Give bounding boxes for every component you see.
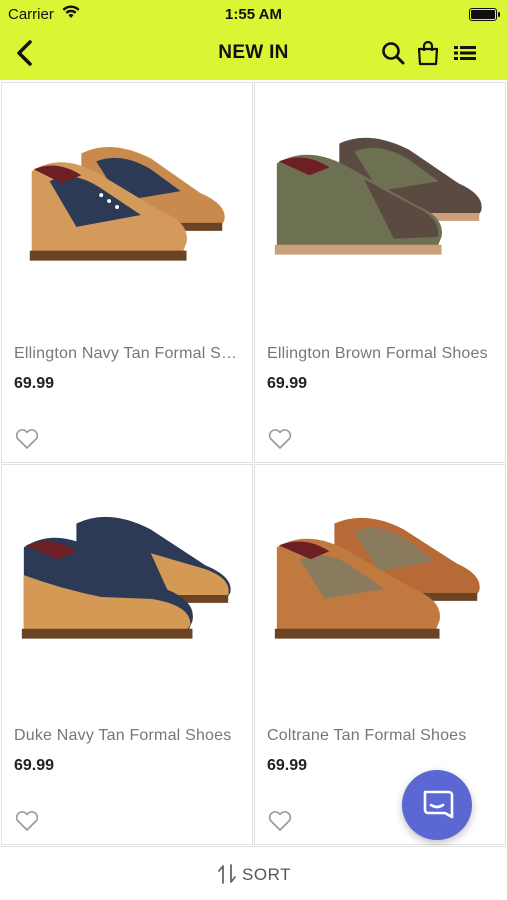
wishlist-heart-icon[interactable] — [14, 427, 40, 451]
product-name[interactable]: Ellington Brown Formal Shoes — [267, 345, 499, 363]
product-image[interactable] — [255, 83, 505, 333]
product-price: 69.99 — [14, 757, 55, 774]
bottom-bar: SORT — [0, 846, 507, 900]
list-view-icon[interactable] — [452, 40, 478, 66]
product-card[interactable]: Duke Navy Tan Formal Shoes 69.99 — [1, 464, 253, 845]
product-price: 69.99 — [14, 375, 55, 392]
product-image[interactable] — [2, 465, 252, 715]
product-name[interactable]: Ellington Navy Tan Formal Shoes — [14, 345, 246, 363]
sort-button[interactable]: SORT — [0, 863, 507, 885]
product-image[interactable] — [255, 465, 505, 715]
product-grid: Ellington Navy Tan Formal Shoes 69.99 El… — [0, 82, 507, 846]
sort-label: SORT — [242, 865, 291, 884]
nav-bar: NEW IN — [0, 28, 507, 80]
battery-icon — [469, 8, 500, 21]
product-image[interactable] — [2, 83, 252, 333]
top-bar: Carrier 1:55 AM NEW IN — [0, 0, 507, 80]
product-price: 69.99 — [267, 375, 308, 392]
wishlist-heart-icon[interactable] — [267, 809, 293, 833]
chat-button[interactable] — [402, 770, 472, 840]
sort-arrows-icon — [218, 864, 236, 884]
chat-bubble-icon — [423, 790, 454, 819]
product-price: 69.99 — [267, 757, 308, 774]
product-card[interactable]: Ellington Brown Formal Shoes 69.99 — [254, 82, 506, 463]
wishlist-heart-icon[interactable] — [267, 427, 293, 451]
product-name[interactable]: Duke Navy Tan Formal Shoes — [14, 727, 246, 745]
product-card[interactable]: Ellington Navy Tan Formal Shoes 69.99 — [1, 82, 253, 463]
product-card[interactable]: Coltrane Tan Formal Shoes 69.99 — [254, 464, 506, 845]
shopping-bag-icon[interactable] — [415, 40, 441, 66]
wishlist-heart-icon[interactable] — [14, 809, 40, 833]
search-icon[interactable] — [380, 40, 406, 66]
product-name[interactable]: Coltrane Tan Formal Shoes — [267, 727, 499, 745]
status-time: 1:55 AM — [225, 6, 282, 23]
status-bar: Carrier 1:55 AM — [0, 0, 507, 28]
